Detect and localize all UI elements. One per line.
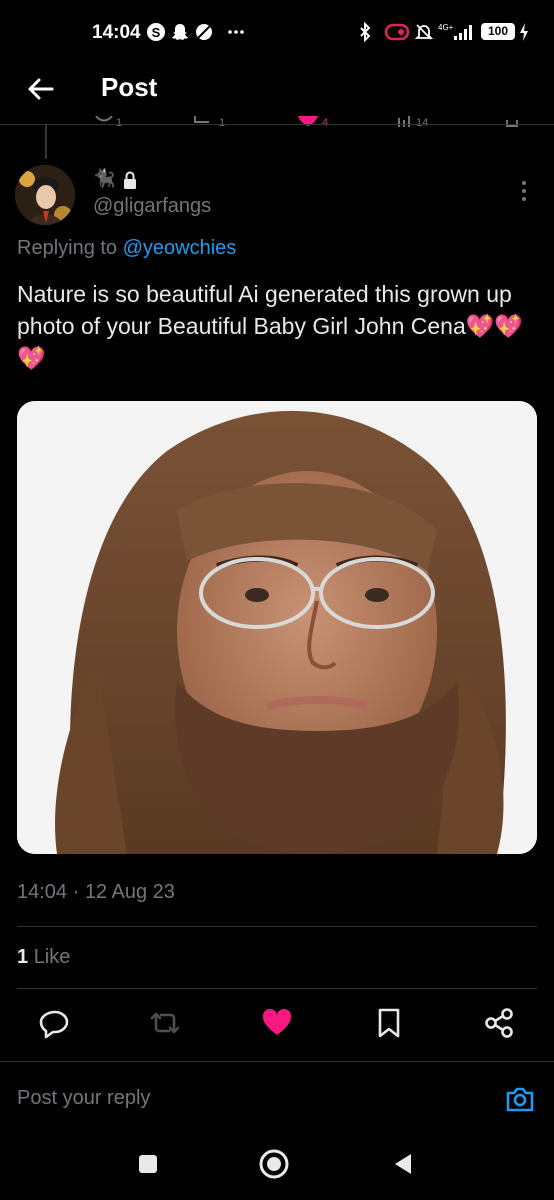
replying-prefix: Replying to	[17, 237, 118, 259]
svg-text:1: 1	[116, 117, 122, 129]
replying-to-link[interactable]: @yeowchies	[123, 237, 237, 259]
location-off-icon	[196, 24, 212, 40]
views-icon: 14	[398, 116, 428, 129]
post-text: Nature is so beautiful Ai generated this…	[17, 278, 537, 374]
bookmark-icon[interactable]	[372, 1006, 406, 1040]
camera-icon[interactable]	[505, 1084, 535, 1114]
lock-icon	[124, 171, 136, 189]
page-title: Post	[101, 72, 158, 102]
svg-text:14: 14	[416, 117, 428, 129]
like-count-label: Like	[33, 946, 71, 968]
status-time: 14:04	[92, 22, 141, 43]
post-body: Nature is so beautiful Ai generated this…	[17, 281, 512, 339]
status-bar: 14:04 S 4G+ 100	[0, 0, 554, 66]
svg-text:1: 1	[219, 117, 225, 129]
back-arrow-icon[interactable]	[24, 72, 58, 106]
replying-to: Replying to @yeowchies	[17, 237, 236, 260]
reply-icon: 1	[95, 116, 122, 129]
mute-icon	[414, 24, 434, 40]
home-icon[interactable]	[258, 1148, 290, 1180]
bluetooth-icon	[360, 22, 371, 42]
signal-icon: 4G+	[438, 23, 472, 40]
divider	[0, 1061, 554, 1062]
divider	[17, 926, 537, 927]
charging-icon	[520, 23, 528, 41]
battery-indicator: 100	[481, 23, 515, 40]
divider	[17, 988, 537, 989]
avatar[interactable]	[15, 165, 75, 225]
skype-icon: S	[147, 23, 165, 41]
svg-text:4: 4	[322, 117, 328, 129]
more-notifications-icon	[228, 30, 244, 34]
like-count-number: 1	[17, 946, 29, 968]
like-icon: 4	[298, 116, 328, 129]
header-divider	[0, 124, 554, 125]
more-options-icon[interactable]	[514, 178, 534, 204]
like-icon[interactable]	[260, 1006, 294, 1040]
snapchat-icon	[172, 24, 188, 40]
repost-icon[interactable]	[148, 1006, 182, 1040]
like-count[interactable]: 1 Like	[17, 946, 70, 969]
cat-emoji: 🐈‍⬛	[93, 168, 116, 188]
previous-post-actions: 1 1 4 14	[0, 116, 554, 130]
svg-text:S: S	[152, 25, 161, 40]
reply-input[interactable]	[17, 1087, 477, 1110]
thread-line	[45, 125, 47, 159]
portrait-image	[17, 401, 537, 854]
share-icon	[506, 120, 518, 127]
repost-icon: 1	[194, 116, 225, 129]
share-icon[interactable]	[482, 1006, 516, 1040]
avatar-image	[15, 165, 75, 225]
headset-icon	[384, 23, 410, 41]
reply-icon[interactable]	[38, 1006, 72, 1040]
post-photo[interactable]	[17, 401, 537, 854]
post-timestamp: 14:04 · 12 Aug 23	[17, 881, 175, 903]
back-nav-icon[interactable]	[390, 1150, 418, 1178]
recent-apps-icon[interactable]	[134, 1150, 162, 1178]
svg-text:4G+: 4G+	[438, 23, 454, 32]
author-handle[interactable]: @gligarfangs	[93, 195, 211, 218]
